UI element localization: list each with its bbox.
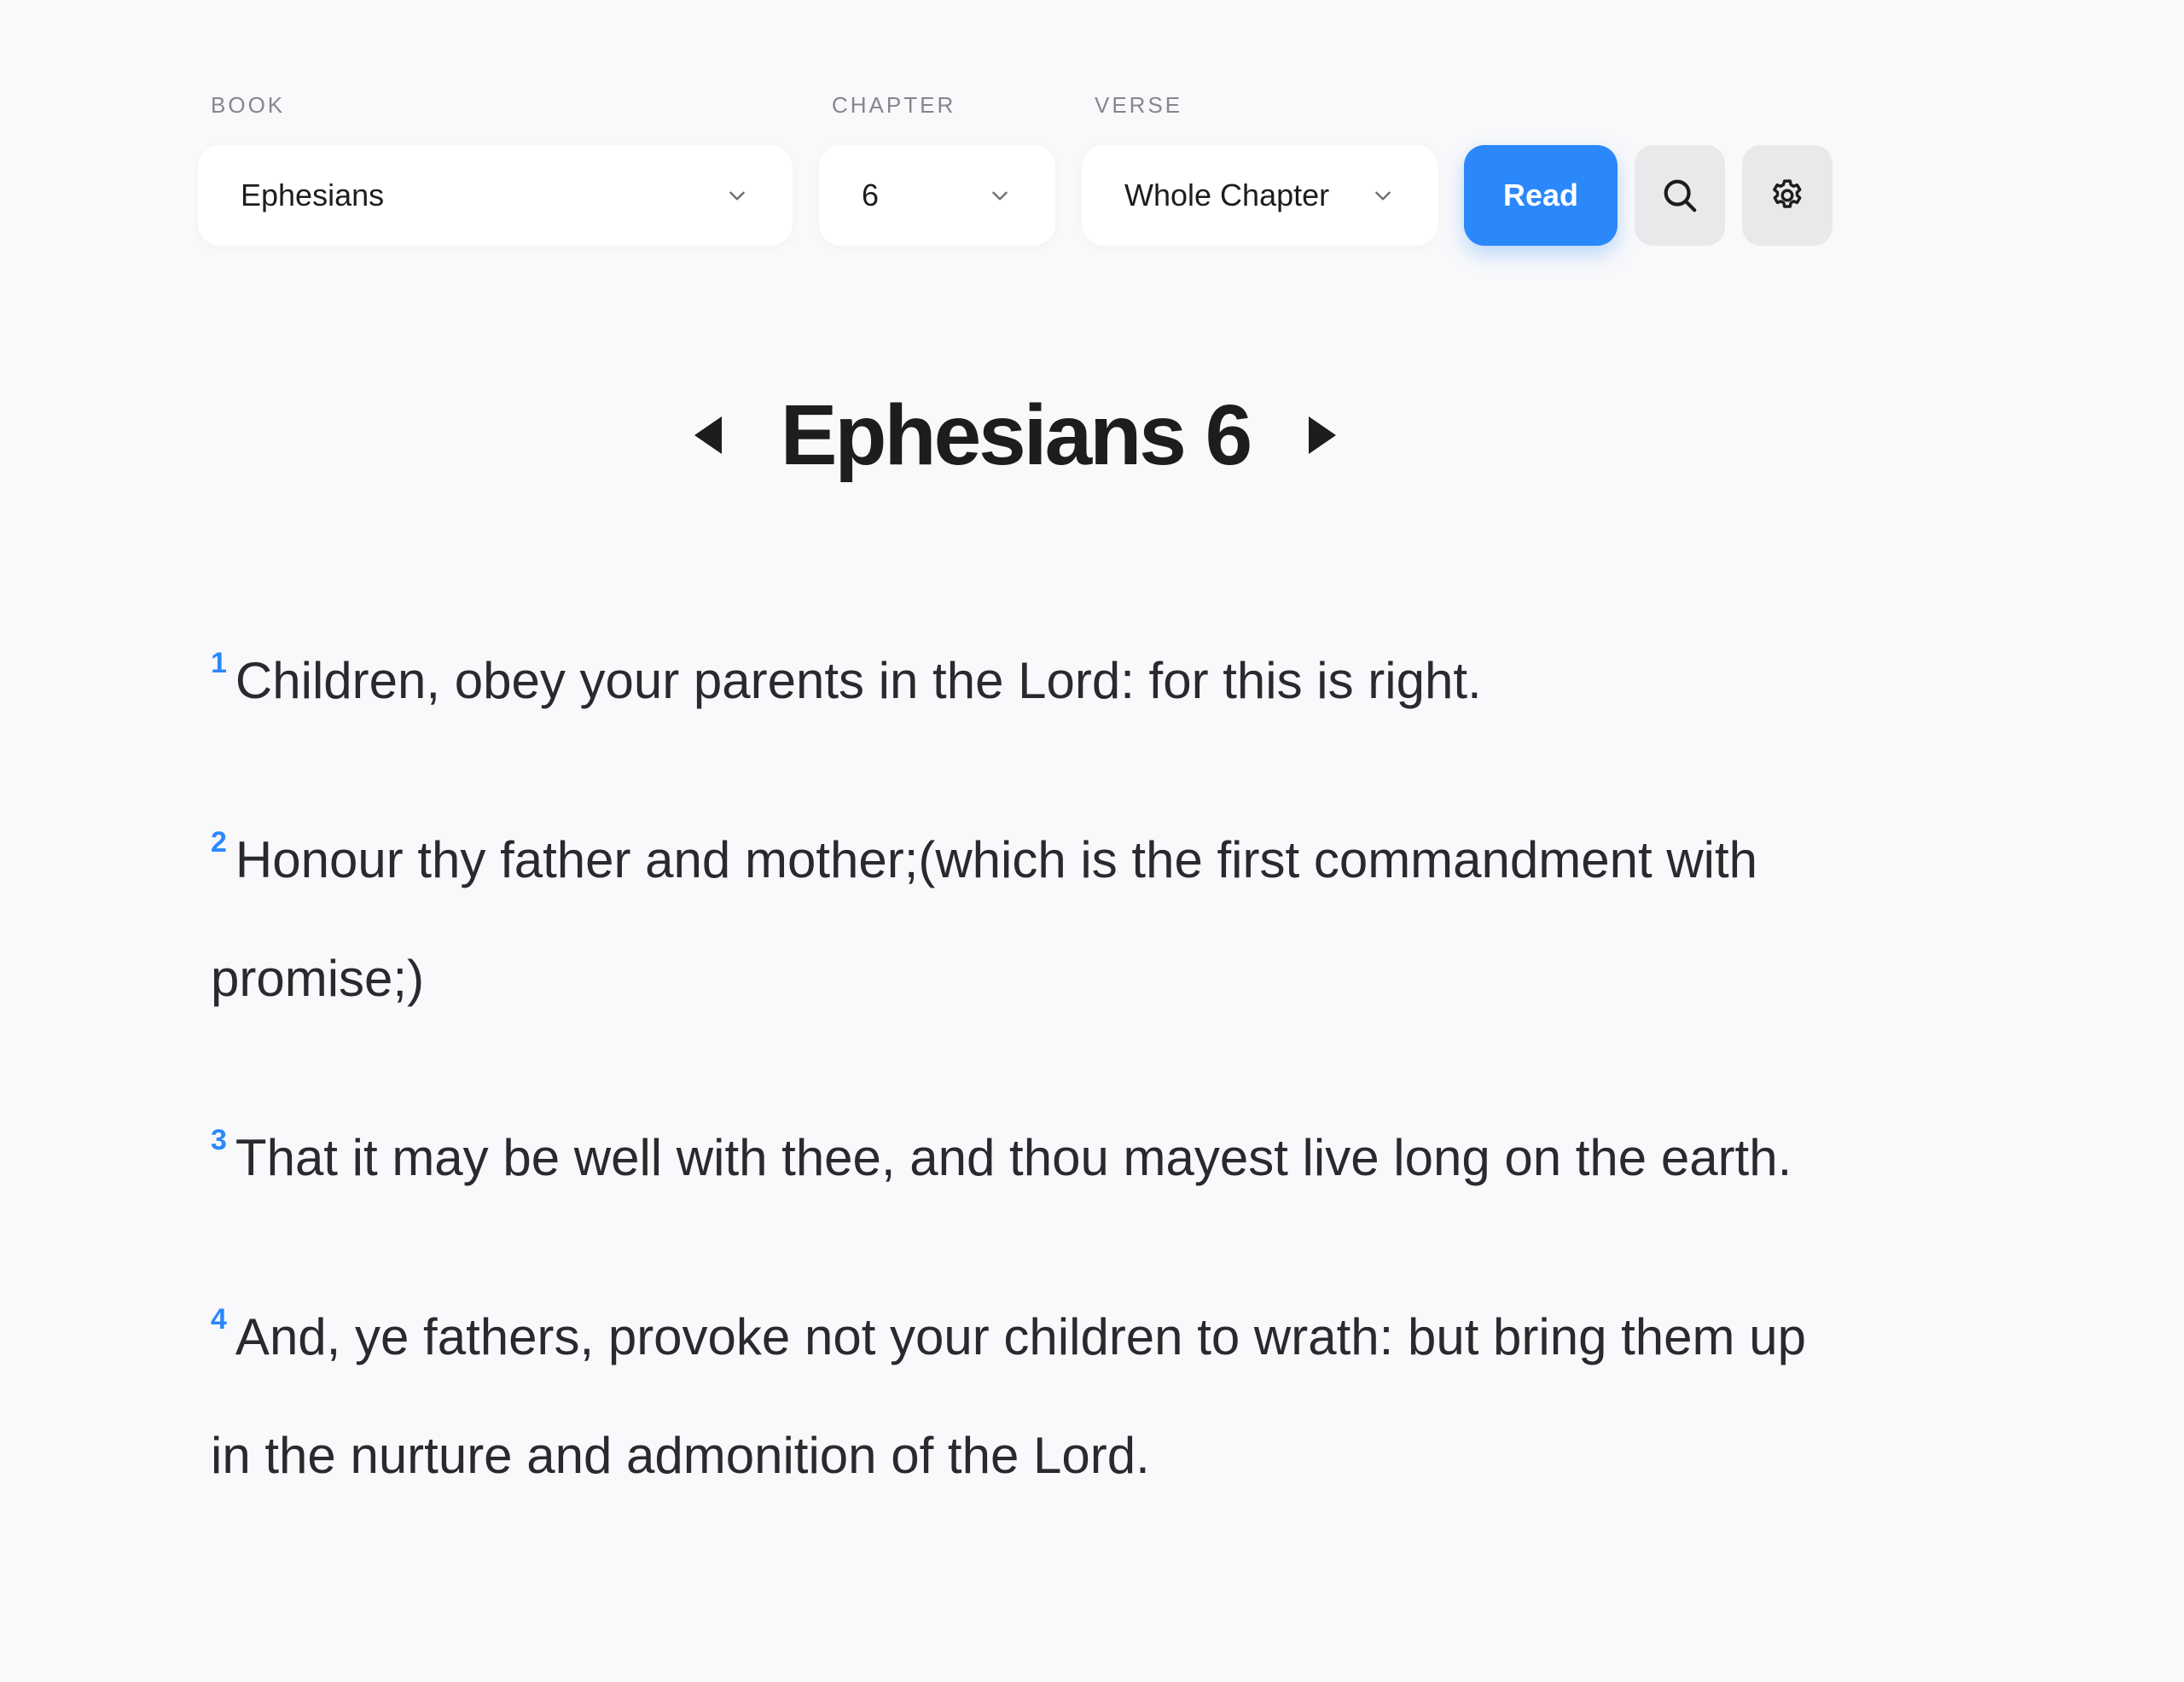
verse-list: 1 Children, obey your parents in the Lord…	[211, 621, 1815, 1575]
verse-item: 1 Children, obey your parents in the Lord…	[211, 621, 1815, 740]
triangle-right-icon	[1305, 415, 1339, 456]
verse-number[interactable]: 2	[211, 828, 227, 857]
chapter-heading: Ephesians 6	[0, 375, 2030, 495]
verse-select-value: Whole Chapter	[1124, 178, 1330, 212]
verse-text: That it may be well with thee, and thou …	[235, 1129, 1792, 1186]
verse-text: Honour thy father and mother;(which is t…	[211, 831, 1758, 1007]
next-chapter-button[interactable]	[1297, 410, 1348, 461]
verse-item: 2 Honour thy father and mother;(which is …	[211, 800, 1815, 1038]
verse-number[interactable]: 4	[211, 1305, 227, 1334]
chevron-down-icon	[1370, 183, 1396, 208]
triangle-left-icon	[691, 415, 725, 456]
verse-item: 4 And, ye fathers, provoke not your child…	[211, 1278, 1815, 1515]
page-title: Ephesians 6	[780, 387, 1253, 483]
chevron-down-icon	[724, 183, 750, 208]
chevron-down-icon	[987, 183, 1013, 208]
search-icon	[1660, 176, 1699, 215]
book-label: BOOK	[211, 92, 286, 118]
settings-button[interactable]	[1742, 145, 1833, 246]
chapter-select[interactable]: 6	[819, 145, 1055, 246]
verse-item: 3 That it may be well with thee, and thou…	[211, 1098, 1815, 1217]
verse-label: VERSE	[1095, 92, 1183, 118]
chapter-label: CHAPTER	[832, 92, 956, 118]
search-button[interactable]	[1635, 145, 1725, 246]
verse-number[interactable]: 3	[211, 1126, 227, 1155]
previous-chapter-button[interactable]	[682, 410, 734, 461]
verse-text: And, ye fathers, provoke not your childr…	[211, 1308, 1806, 1484]
verse-text: Children, obey your parents in the Lord:…	[235, 652, 1482, 709]
book-select-value: Ephesians	[241, 178, 385, 212]
verse-number[interactable]: 1	[211, 649, 227, 678]
chapter-select-value: 6	[862, 178, 880, 212]
gear-icon	[1768, 176, 1807, 215]
book-select[interactable]: Ephesians	[198, 145, 793, 246]
verse-select[interactable]: Whole Chapter	[1082, 145, 1438, 246]
read-button[interactable]: Read	[1464, 145, 1618, 246]
